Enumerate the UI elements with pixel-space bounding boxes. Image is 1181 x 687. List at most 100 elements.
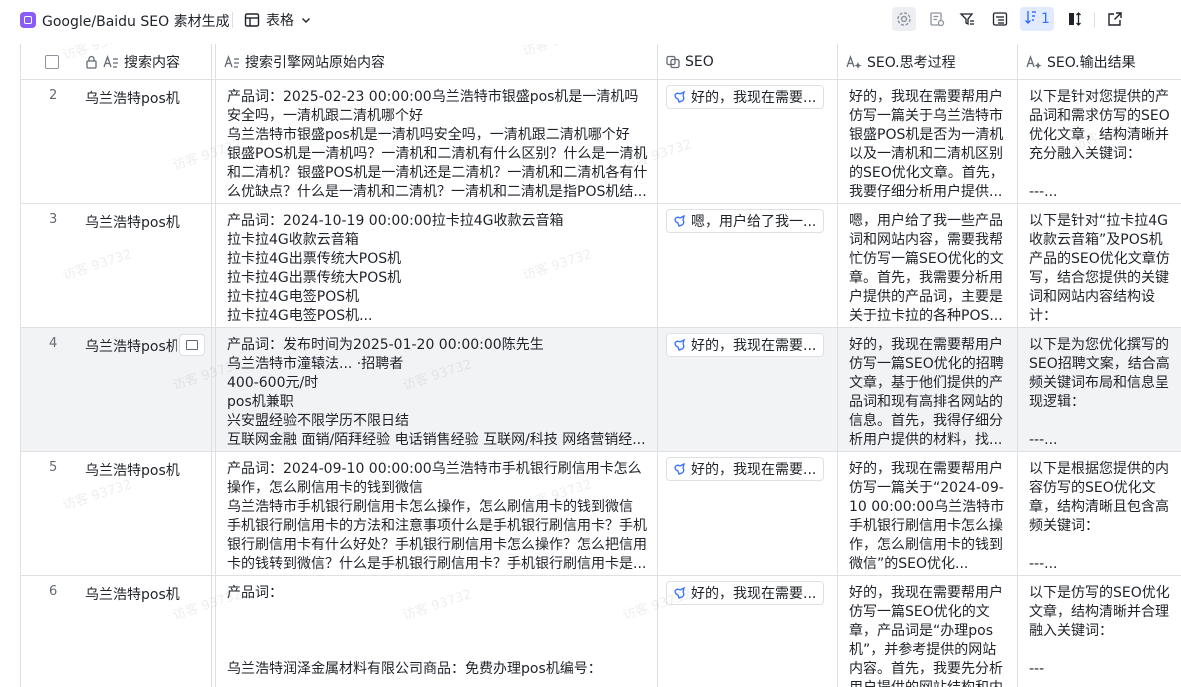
content-line: 兴安盟经验不限学历不限日结 (227, 413, 409, 429)
search-cell[interactable]: 乌兰浩特pos机 (83, 452, 211, 575)
raw-content-cell[interactable]: 产品词：发布时间为2025-01-20 00:00:00陈先生 乌兰浩特市潼辕法… (216, 328, 658, 451)
search-cell[interactable]: 乌兰浩特pos机 (83, 80, 211, 203)
thinking-cell[interactable]: 嗯，用户给了我一些产品词和网站内容，需要我帮忙仿写一篇SEO优化的文章。首先，我… (838, 204, 1018, 327)
search-text: 乌兰浩特pos机 (85, 339, 177, 355)
view-label: 表格 (266, 13, 294, 29)
output-line: --- (1029, 661, 1045, 677)
link-record-icon (673, 462, 687, 476)
column-header-output[interactable]: SEO.输出结果 (1018, 44, 1181, 79)
seo-record-tag[interactable]: 好的，我现在需要... (666, 85, 824, 109)
content-line: 乌兰浩特润泽金属材料有限公司商品：免费办理pos机编号： (227, 661, 602, 677)
content-line: 乌兰浩特市银盛pos机是一清机吗安全吗，一清机跟二清机哪个好 (227, 127, 630, 143)
raw-content-cell[interactable]: 产品词：2025-02-23 00:00:00乌兰浩特市银盛pos机是一清机吗安… (216, 80, 658, 203)
group-button[interactable] (988, 7, 1012, 31)
raw-content-cell[interactable]: 产品词：2024-10-19 00:00:00拉卡拉4G收款云音箱 拉卡拉4G收… (216, 204, 658, 327)
column-header-label: 搜索引擎网站原始内容 (245, 54, 385, 71)
group-icon (992, 11, 1008, 27)
output-cell[interactable]: 以下是为您优化撰写的SEO招聘文案，结合高频关键词布局和信息呈现逻辑： ---.… (1018, 328, 1181, 451)
sort-button[interactable]: 1 (1020, 7, 1054, 31)
share-button[interactable] (1103, 7, 1127, 31)
column-header-search[interactable]: 搜索内容 (83, 44, 211, 79)
view-switcher[interactable]: 表格 (244, 10, 312, 30)
search-cell[interactable]: 乌兰浩特pos机 (83, 328, 211, 451)
seo-cell[interactable]: 好的，我现在需要... (658, 80, 838, 203)
output-line: ---... (1029, 184, 1058, 200)
select-all-checkbox[interactable] (45, 54, 59, 69)
content-line: pos机兼职 (227, 394, 294, 410)
column-header-label: SEO (685, 53, 714, 70)
thinking-cell[interactable]: 好的，我现在需要帮用户仿写一篇关于乌兰浩特市银盛POS机是否为一清机以及一清机和… (838, 80, 1018, 203)
ai-text-field-icon (1026, 54, 1042, 69)
seo-record-tag[interactable]: 好的，我现在需要... (666, 457, 824, 481)
output-cell[interactable]: 以下是针对“拉卡拉4G收款云音箱”及POS机产品的SEO优化文章仿写，结合您提供… (1018, 204, 1181, 327)
output-cell[interactable]: 以下是根据您提供的内容仿写的SEO优化文章，结构清晰且包含高频关键词： ---.… (1018, 452, 1181, 575)
column-header-raw-content[interactable]: 搜索引擎网站原始内容 (216, 44, 658, 79)
seo-tag-text: 好的，我现在需要... (691, 586, 817, 602)
row-number: 2 (49, 88, 58, 103)
seo-record-tag[interactable]: 好的，我现在需要... (666, 581, 824, 605)
expand-record-button[interactable] (179, 334, 205, 356)
filter-button[interactable] (955, 7, 979, 31)
table-row[interactable]: 5 乌兰浩特pos机 产品词：2024-09-10 00:00:00乌兰浩特市手… (21, 452, 1181, 576)
row-number-cell: 5 (21, 452, 83, 575)
output-line (1029, 641, 1174, 660)
output-line (1029, 412, 1174, 431)
search-cell[interactable]: 乌兰浩特pos机 (83, 576, 211, 687)
content-line: 产品词： (227, 585, 283, 601)
raw-content-cell[interactable]: 产品词： 乌兰浩特润泽金属材料有限公司商品：免费办理pos机编号： (216, 576, 658, 687)
text-field-icon (224, 54, 240, 69)
content-line: 拉卡拉4G电签POS机... (227, 308, 373, 324)
seo-record-tag[interactable]: 嗯，用户给了我一... (666, 209, 824, 233)
seo-cell[interactable]: 好的，我现在需要... (658, 576, 838, 687)
content-line (227, 603, 649, 622)
content-line: 400-600元/时 (227, 375, 319, 391)
table-row[interactable]: 6 乌兰浩特pos机 产品词： 乌兰浩特润泽金属材料有限公司商品：免费办理pos… (21, 576, 1181, 687)
toolbar-divider-2 (1094, 12, 1095, 28)
row-height-button[interactable] (1063, 7, 1087, 31)
grid-view-icon (244, 12, 260, 28)
link-record-icon (673, 338, 687, 352)
content-line: 乌兰浩特市潼辕法... ·招聘者 (227, 356, 404, 372)
link-field-icon (666, 55, 680, 69)
table-row[interactable]: 3 乌兰浩特pos机 产品词：2024-10-19 00:00:00拉卡拉4G收… (21, 204, 1181, 328)
external-link-icon (1107, 11, 1123, 27)
search-text: 乌兰浩特pos机 (85, 463, 180, 479)
seo-cell[interactable]: 好的，我现在需要... (658, 452, 838, 575)
output-cell[interactable]: 以下是针对您提供的产品词和需求仿写的SEO优化文章，结构清晰并充分融入关键词： … (1018, 80, 1181, 203)
seo-cell[interactable]: 嗯，用户给了我一... (658, 204, 838, 327)
column-header-seo[interactable]: SEO (658, 44, 838, 79)
content-line: 拉卡拉4G电签POS机 (227, 289, 360, 305)
seo-cell[interactable]: 好的，我现在需要... (658, 328, 838, 451)
field-config-button[interactable] (925, 7, 949, 31)
link-record-icon (673, 214, 687, 228)
table-row[interactable]: 2 乌兰浩特pos机 产品词：2025-02-23 00:00:00乌兰浩特市银… (21, 80, 1181, 204)
thinking-text: 好的，我现在需要帮用户仿写一篇SEO优化的招聘文章，基于他们提供的产品词和现有高… (849, 337, 1004, 448)
chevron-down-icon (300, 14, 312, 26)
content-line: 产品词：2024-09-10 00:00:00乌兰浩特市手机银行刷信用卡怎么操作… (227, 461, 642, 496)
search-cell[interactable]: 乌兰浩特pos机 (83, 204, 211, 327)
thinking-cell[interactable]: 好的，我现在需要帮用户仿写一篇SEO优化的招聘文章，基于他们提供的产品词和现有高… (838, 328, 1018, 451)
thinking-text: 好的，我现在需要帮用户仿写一篇关于乌兰浩特市银盛POS机是否为一清机以及一清机和… (849, 89, 1004, 200)
row-number-cell: 2 (21, 80, 83, 203)
raw-content-cell[interactable]: 产品词：2024-09-10 00:00:00乌兰浩特市手机银行刷信用卡怎么操作… (216, 452, 658, 575)
sort-icon (1024, 9, 1038, 29)
row-number-cell: 4 (21, 328, 83, 451)
column-header-thinking[interactable]: SEO.思考过程 (838, 44, 1018, 79)
row-number: 3 (49, 212, 58, 227)
app-logo-icon (20, 12, 36, 28)
table-row[interactable]: 4 乌兰浩特pos机 产品词：发布时间为2025-01-20 00:00:00陈… (21, 328, 1181, 452)
content-line (227, 641, 649, 660)
output-cell[interactable]: 以下是仿写的SEO优化文章，结构清晰并合理融入关键词： --- (1018, 576, 1181, 687)
content-line: 产品词：2024-10-19 00:00:00拉卡拉4G收款云音箱 (227, 213, 564, 229)
content-line: 互联网金融 面销/陌拜经验 电话销售经验 互联网/科技 网络营销经... (227, 432, 646, 448)
settings-button[interactable] (892, 7, 916, 31)
search-text: 乌兰浩特pos机 (85, 215, 180, 231)
thinking-cell[interactable]: 好的，我现在需要帮用户仿写一篇SEO优化的文章，产品词是“办理pos机”，并参考… (838, 576, 1018, 687)
row-number: 5 (49, 460, 58, 475)
output-line: 以下是根据您提供的内容仿写的SEO优化文章，结构清晰且包含高频关键词： (1029, 461, 1169, 534)
output-line: 以下是仿写的SEO优化文章，结构清晰并合理融入关键词： (1029, 585, 1170, 639)
output-line: 以下是针对“拉卡拉4G收款云音箱”及POS机产品的SEO优化文章仿写，结合您提供… (1029, 213, 1170, 324)
seo-record-tag[interactable]: 好的，我现在需要... (666, 333, 824, 357)
thinking-cell[interactable]: 好的，我现在需要帮用户仿写一篇关于“2024-09-10 00:00:00乌兰浩… (838, 452, 1018, 575)
output-line: 以下是针对您提供的产品词和需求仿写的SEO优化文章，结构清晰并充分融入关键词： (1029, 89, 1170, 162)
